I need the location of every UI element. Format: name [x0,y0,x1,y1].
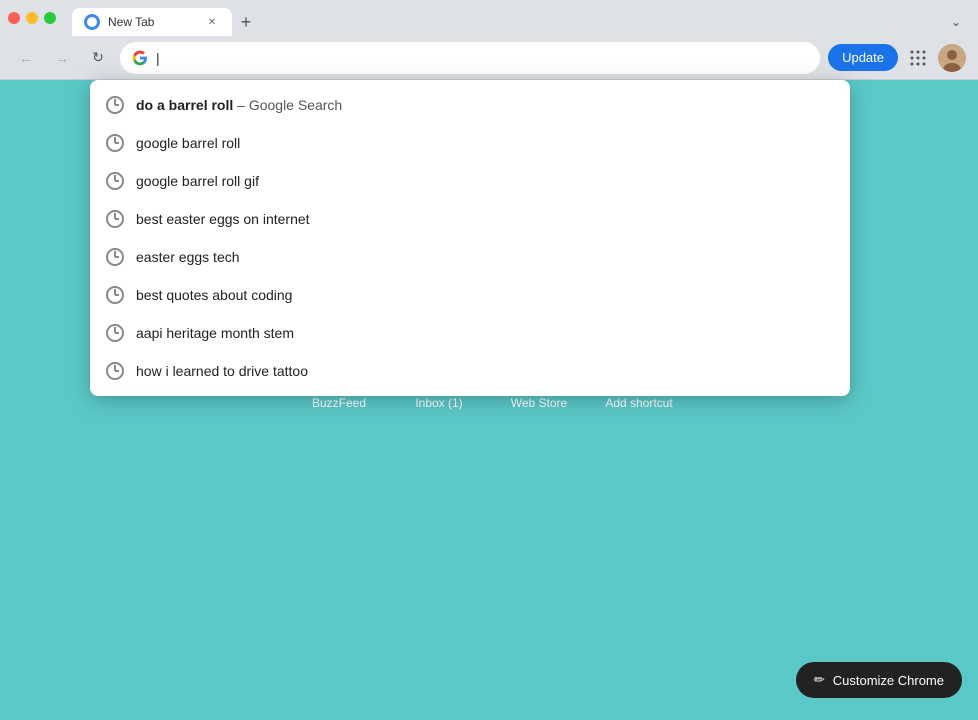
profile-icon [938,44,966,72]
customize-chrome-button[interactable]: ✏ Customize Chrome [796,662,962,698]
customize-chrome-label: Customize Chrome [833,673,944,688]
dropdown-item-text: google barrel roll gif [136,173,259,189]
toolbar: ← → ↻ Update [0,36,978,80]
update-button[interactable]: Update [828,44,898,71]
pencil-icon: ✏ [814,672,825,688]
back-button[interactable]: ← [12,44,40,72]
shortcut-label-addshortcut: Add shortcut [605,396,672,410]
titlebar: New Tab ✕ + ⌄ [0,0,978,36]
history-icon [106,134,124,152]
tab-bar: New Tab ✕ + ⌄ [72,0,970,36]
active-tab[interactable]: New Tab ✕ [72,8,232,36]
history-icon [106,248,124,266]
history-icon [106,362,124,380]
history-icon [106,324,124,342]
window-controls-icon[interactable]: ⌄ [942,8,970,36]
google-icon [132,50,148,66]
dropdown-item[interactable]: aapi heritage month stem [90,314,850,352]
avatar[interactable] [938,44,966,72]
dropdown-item[interactable]: do a barrel roll – Google Search [90,86,850,124]
dropdown-item[interactable]: how i learned to drive tattoo [90,352,850,390]
tab-favicon [84,14,100,30]
omnibox[interactable] [120,42,820,74]
google-apps-button[interactable] [904,44,932,72]
dropdown-item[interactable]: google barrel roll gif [90,162,850,200]
history-icon [106,96,124,114]
forward-button[interactable]: → [48,44,76,72]
dropdown-item-text: do a barrel roll – Google Search [136,97,342,113]
grid-icon [909,49,927,67]
shortcut-label-inbox: Inbox (1) [415,396,462,410]
dropdown-item-text: best quotes about coding [136,287,292,303]
toolbar-right: Update [828,44,966,72]
maximize-button[interactable] [44,12,56,24]
history-icon [106,210,124,228]
shortcut-label-webstore: Web Store [511,396,567,410]
omnibox-input[interactable] [156,50,808,66]
tab-close-button[interactable]: ✕ [204,14,220,30]
dropdown-item-text: easter eggs tech [136,249,240,265]
minimize-button[interactable] [26,12,38,24]
dropdown-item-text: aapi heritage month stem [136,325,294,341]
new-tab-button[interactable]: + [232,8,260,36]
shortcut-label-buzzfeed: BuzzFeed [312,396,366,410]
close-button[interactable] [8,12,20,24]
history-icon [106,172,124,190]
traffic-lights [8,12,56,24]
dropdown-item-text: google barrel roll [136,135,240,151]
history-icon [106,286,124,304]
refresh-button[interactable]: ↻ [84,44,112,72]
tab-title: New Tab [108,15,154,29]
dropdown-item[interactable]: google barrel roll [90,124,850,162]
dropdown-item[interactable]: best quotes about coding [90,276,850,314]
dropdown-item-text: how i learned to drive tattoo [136,363,308,379]
search-dropdown: do a barrel roll – Google Search google b… [90,80,850,396]
dropdown-item-text: best easter eggs on internet [136,211,310,227]
dropdown-item[interactable]: best easter eggs on internet [90,200,850,238]
dropdown-item[interactable]: easter eggs tech [90,238,850,276]
